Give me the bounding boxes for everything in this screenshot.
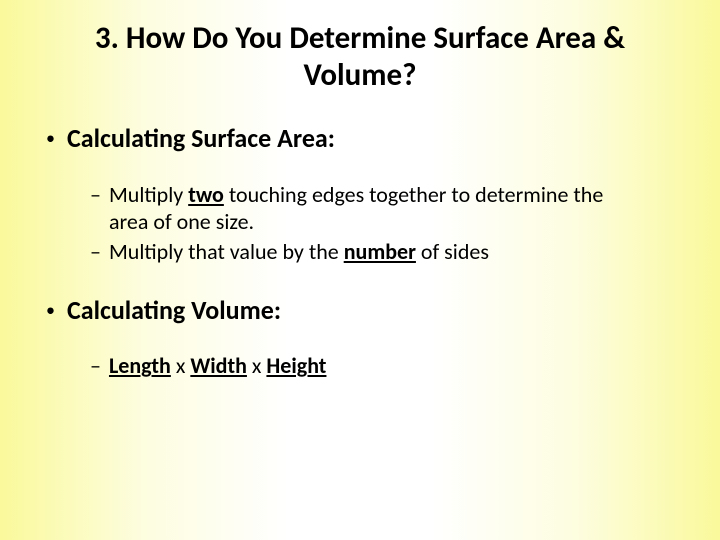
slide-title: 3. How Do You Determine Surface Area & V… <box>40 20 680 94</box>
volume-x2: x <box>247 352 266 379</box>
sa-step1-text: Multiply two touching edges together to … <box>109 181 629 236</box>
bullet-dash-icon: – <box>90 238 101 266</box>
bullet-volume-formula: – Length x Width x Height <box>90 352 680 380</box>
bullet-surface-area-heading: • Calculating Surface Area: <box>46 122 680 155</box>
sa-step1-pre: Multiply <box>109 181 188 208</box>
volume-x1: x <box>171 352 190 379</box>
bullet-dot-icon: • <box>46 122 55 154</box>
bullet-dot-icon: • <box>46 294 55 326</box>
volume-height: Height <box>266 352 326 379</box>
sa-step2-text: Multiply that value by the number of sid… <box>109 238 489 266</box>
spacer <box>40 268 680 294</box>
sa-step2-underline: number <box>344 238 416 265</box>
sa-step2-post: of sides <box>416 238 489 265</box>
bullet-sa-step2: – Multiply that value by the number of s… <box>90 238 680 266</box>
slide: 3. How Do You Determine Surface Area & V… <box>0 0 720 540</box>
surface-area-heading-text: Calculating Surface Area: <box>67 122 335 155</box>
sa-step2-pre: Multiply that value by the <box>109 238 344 265</box>
sa-step1-underline: two <box>188 181 224 208</box>
bullet-sa-step1: – Multiply two touching edges together t… <box>90 181 680 236</box>
volume-length: Length <box>109 352 171 379</box>
volume-formula-text: Length x Width x Height <box>109 352 326 380</box>
bullet-dash-icon: – <box>90 352 101 380</box>
bullet-volume-heading: • Calculating Volume: <box>46 294 680 327</box>
volume-heading-text: Calculating Volume: <box>67 294 281 327</box>
volume-width: Width <box>190 352 247 379</box>
bullet-dash-icon: – <box>90 181 101 209</box>
